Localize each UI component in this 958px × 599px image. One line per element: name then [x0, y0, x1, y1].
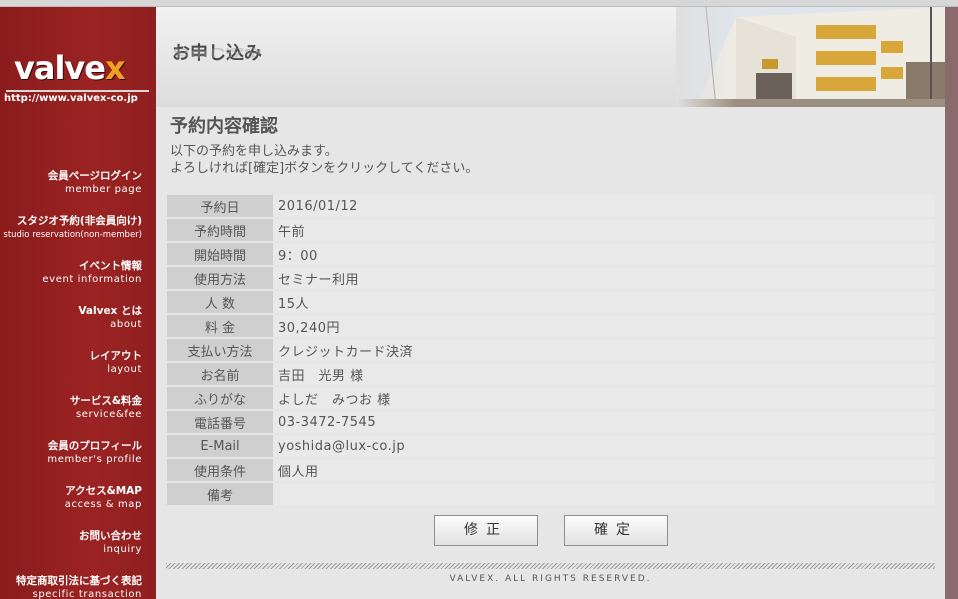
row-label: 使用条件: [167, 459, 273, 481]
nav-member-profile[interactable]: 会員のプロフィール member's profile: [0, 439, 142, 484]
row-value: 個人用: [273, 459, 935, 481]
table-row: 使用方法 セミナー利用: [167, 267, 935, 289]
row-value: クレジットカード決済: [273, 339, 935, 361]
reservation-summary-table: 予約日 2016/01/12 予約時間 午前 開始時間 9：00 使用方法 セミナー利用人 数…: [167, 193, 935, 507]
browser-top-edge: [0, 0, 958, 7]
nav-label-en: member's profile: [47, 454, 142, 465]
row-value: [273, 483, 935, 505]
row-value: セミナー利用: [273, 267, 935, 289]
nav-label-en: layout: [107, 364, 142, 375]
table-row: 料 金 30,240円: [167, 315, 935, 337]
row-label: 電話番号: [167, 411, 273, 433]
row-label: 人 数: [167, 291, 273, 313]
nav-label-jp: アクセス&MAP: [65, 485, 142, 497]
intro-line-2: よろしければ[確定]ボタンをクリックしてください。: [170, 161, 479, 176]
nav-label-en: event information: [42, 274, 142, 285]
nav-specific-transaction[interactable]: 特定商取引法に基づく表記 specific transaction: [0, 574, 142, 599]
row-value: 吉田 光男 様: [273, 363, 935, 385]
row-label: 支払い方法: [167, 339, 273, 361]
confirm-button[interactable]: 確定: [564, 515, 668, 546]
row-label: 開始時間: [167, 243, 273, 265]
row-label: 使用方法: [167, 267, 273, 289]
table-row: 電話番号 03-3472-7545: [167, 411, 935, 433]
nav-label-en: studio reservation(non-member): [3, 230, 142, 240]
nav-label-jp: スタジオ予約(非会員向け): [16, 215, 142, 227]
nav-label-en: about: [110, 319, 142, 330]
row-label: 予約時間: [167, 219, 273, 241]
table-row: E-Mail yoshida@lux-co.jp: [167, 435, 935, 457]
table-row: 予約時間 午前: [167, 219, 935, 241]
nav-label-jp: イベント情報: [79, 260, 142, 272]
row-label: お名前: [167, 363, 273, 385]
building-photo: [676, 7, 945, 107]
table-row: 予約日 2016/01/12: [167, 195, 935, 217]
row-value: 30,240円: [273, 315, 935, 337]
nav-access-map[interactable]: アクセス&MAP access & map: [0, 484, 142, 529]
nav-event-information[interactable]: イベント情報 event information: [0, 259, 142, 304]
page-title: 予約内容確認: [170, 116, 278, 137]
page-header: お申し込み お申し込み: [156, 7, 945, 107]
right-border: [945, 7, 958, 599]
row-label: E-Mail: [167, 435, 273, 457]
nav-label-jp: お問い合わせ: [79, 530, 142, 542]
intro-line-1: 以下の予約を申し込みます。: [170, 144, 338, 159]
nav-about[interactable]: Valvex とは about: [0, 304, 142, 349]
nav-service-fee[interactable]: サービス&料金 service&fee: [0, 394, 142, 439]
nav-member-page[interactable]: 会員ページログイン member page: [0, 169, 142, 214]
row-value: 15人: [273, 291, 935, 313]
row-value: よしだ みつお 様: [273, 387, 935, 409]
site-url[interactable]: http://www.valvex-co.jp: [4, 93, 138, 104]
nav-label-en: specific transaction: [32, 589, 142, 599]
row-label: ふりがな: [167, 387, 273, 409]
photo-fade: [676, 7, 736, 107]
row-value: 午前: [273, 219, 935, 241]
row-label: 予約日: [167, 195, 273, 217]
sidebar-nav: 会員ページログイン member page スタジオ予約(非会員向け) stud…: [0, 169, 142, 599]
row-value: 03-3472-7545: [273, 411, 935, 433]
nav-studio-reservation[interactable]: スタジオ予約(非会員向け) studio reservation(non-mem…: [0, 214, 142, 259]
nav-inquiry[interactable]: お問い合わせ inquiry: [0, 529, 142, 574]
nav-layout[interactable]: レイアウト layout: [0, 349, 143, 394]
nav-label-en: inquiry: [103, 544, 142, 555]
table-row: 支払い方法 クレジットカード決済: [167, 339, 935, 361]
nav-label-en: access & map: [64, 499, 142, 510]
nav-label-en: service&fee: [75, 409, 142, 420]
row-value: yoshida@lux-co.jp: [273, 435, 935, 457]
sidebar: valvex http://www.valvex-co.jp 会員ページログイン…: [0, 7, 156, 599]
nav-label-jp: 会員ページログイン: [47, 170, 142, 182]
table-row: 備考: [167, 483, 935, 505]
row-value: 9：00: [273, 243, 935, 265]
nav-label-jp: レイアウト: [89, 350, 143, 362]
nav-label-jp: 特定商取引法に基づく表記: [16, 575, 142, 587]
fix-button[interactable]: 修正: [434, 515, 538, 546]
table-row: お名前 吉田 光男 様: [167, 363, 935, 385]
header-title-reflection: お申し込み: [172, 46, 262, 59]
table-row: 使用条件 個人用: [167, 459, 935, 481]
table-row: ふりがな よしだ みつお 様: [167, 387, 935, 409]
copyright-text: VALVEX. ALL RIGHTS RESERVED.: [449, 574, 652, 584]
row-value: 2016/01/12: [273, 195, 935, 217]
nav-label-jp: Valvex とは: [78, 305, 142, 317]
table-row: 開始時間 9：00: [167, 243, 935, 265]
footer-divider: [166, 563, 935, 569]
intro-text: 以下の予約を申し込みます。 よろしければ[確定]ボタンをクリックしてください。: [170, 143, 478, 177]
table-row: 人 数 15人: [167, 291, 935, 313]
valvex-logo[interactable]: valvex: [14, 47, 138, 89]
nav-label-jp: サービス&料金: [69, 395, 142, 407]
nav-label-jp: 会員のプロフィール: [47, 440, 142, 452]
row-label: 備考: [167, 483, 273, 505]
nav-label-en: member page: [64, 184, 142, 195]
row-label: 料 金: [167, 315, 273, 337]
logo-divider: [6, 90, 149, 92]
